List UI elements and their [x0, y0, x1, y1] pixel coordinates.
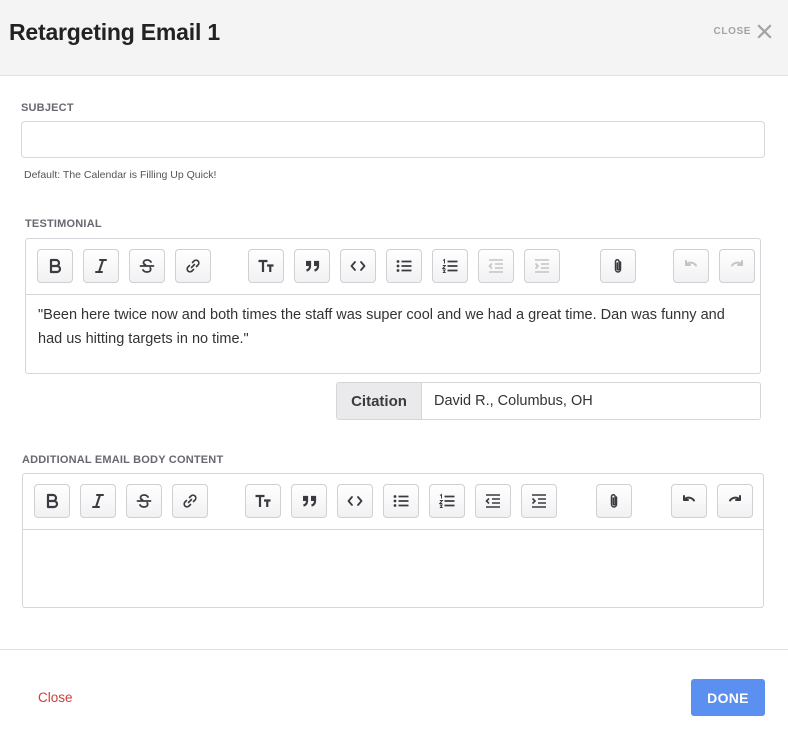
bullet-list-button[interactable]: [383, 484, 419, 518]
decrease-indent-button[interactable]: [478, 249, 514, 283]
additional-content-editor: [22, 473, 764, 608]
modal-header: Retargeting Email 1 CLOSE: [0, 0, 788, 76]
modal-footer: Close DONE: [0, 649, 788, 735]
attach-file-button[interactable]: [596, 484, 632, 518]
strikethrough-icon: [139, 259, 155, 273]
bullet-list-button[interactable]: [386, 249, 422, 283]
link-button[interactable]: [172, 484, 208, 518]
testimonial-label: TESTIMONIAL: [25, 218, 102, 230]
bullet-list-icon: [396, 260, 412, 272]
attach-file-button[interactable]: [600, 249, 636, 283]
citation-label: Citation: [337, 383, 422, 419]
increase-indent-icon: [531, 494, 546, 508]
undo-icon: [685, 260, 697, 267]
increase-indent-button[interactable]: [524, 249, 560, 283]
quote-button[interactable]: [291, 484, 327, 518]
redo-icon: [731, 260, 743, 267]
testimonial-toolbar: [26, 239, 760, 295]
undo-button[interactable]: [671, 484, 707, 518]
testimonial-text-area[interactable]: "Been here twice now and both times the …: [26, 295, 760, 373]
code-icon: [350, 261, 366, 271]
code-button[interactable]: [340, 249, 376, 283]
undo-icon: [683, 495, 695, 502]
numbered-list-icon: [438, 493, 455, 508]
header-close-button[interactable]: CLOSE: [714, 24, 772, 39]
strikethrough-button[interactable]: [126, 484, 162, 518]
additional-toolbar: [23, 474, 763, 530]
quote-icon: [303, 495, 317, 507]
additional-content-text-area[interactable]: [23, 530, 763, 607]
close-icon: [757, 24, 772, 39]
redo-icon: [729, 495, 741, 502]
strikethrough-button[interactable]: [129, 249, 165, 283]
paperclip-icon: [614, 258, 622, 273]
subject-label: SUBJECT: [21, 102, 74, 114]
testimonial-text: "Been here twice now and both times the …: [38, 307, 725, 347]
decrease-indent-button[interactable]: [475, 484, 511, 518]
quote-icon: [306, 260, 320, 272]
modal-title: Retargeting Email 1: [9, 19, 220, 45]
strikethrough-icon: [136, 494, 152, 508]
increase-indent-button[interactable]: [521, 484, 557, 518]
citation-field: Citation: [336, 382, 761, 420]
additional-content-label: ADDITIONAL EMAIL BODY CONTENT: [22, 454, 224, 466]
bold-icon: [49, 258, 62, 274]
italic-button[interactable]: [83, 249, 119, 283]
citation-input[interactable]: [422, 383, 760, 419]
numbered-list-button[interactable]: [432, 249, 468, 283]
undo-button[interactable]: [673, 249, 709, 283]
link-button[interactable]: [175, 249, 211, 283]
link-icon: [183, 494, 197, 508]
footer-close-link[interactable]: Close: [38, 690, 73, 705]
italic-button[interactable]: [80, 484, 116, 518]
decrease-indent-icon: [485, 494, 500, 508]
bold-icon: [46, 493, 59, 509]
redo-button[interactable]: [717, 484, 753, 518]
italic-icon: [92, 494, 104, 508]
heading-button[interactable]: [245, 484, 281, 518]
header-close-label: CLOSE: [713, 26, 751, 37]
code-button[interactable]: [337, 484, 373, 518]
numbered-list-icon: [441, 258, 458, 273]
increase-indent-icon: [534, 259, 549, 273]
code-icon: [347, 496, 363, 506]
redo-button[interactable]: [719, 249, 755, 283]
bold-button[interactable]: [34, 484, 70, 518]
subject-hint: Default: The Calendar is Filling Up Quic…: [24, 169, 217, 181]
testimonial-editor: "Been here twice now and both times the …: [25, 238, 761, 374]
link-icon: [186, 259, 200, 273]
done-button[interactable]: DONE: [691, 679, 765, 716]
heading-icon: [255, 494, 271, 507]
bold-button[interactable]: [37, 249, 73, 283]
italic-icon: [95, 259, 107, 273]
subject-input[interactable]: [21, 121, 765, 158]
quote-button[interactable]: [294, 249, 330, 283]
bullet-list-icon: [393, 495, 409, 507]
numbered-list-button[interactable]: [429, 484, 465, 518]
paperclip-icon: [610, 493, 618, 508]
decrease-indent-icon: [488, 259, 503, 273]
heading-icon: [258, 259, 274, 272]
heading-button[interactable]: [248, 249, 284, 283]
